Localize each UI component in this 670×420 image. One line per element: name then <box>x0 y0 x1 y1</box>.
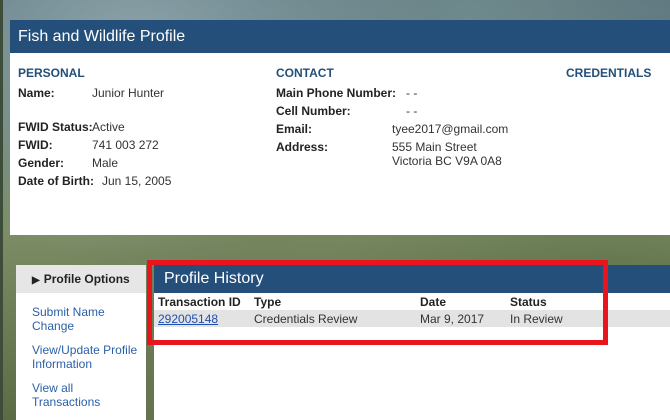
profile-options-panel: ▶ Profile Options Submit Name Change View… <box>16 265 146 420</box>
email-row: Email: tyee2017@gmail.com <box>276 122 556 140</box>
view-all-transactions-link[interactable]: View all Transactions <box>16 381 146 409</box>
fwid-row: FWID: 741 003 272 <box>18 138 198 156</box>
submit-name-change-line1: Submit Name <box>32 305 105 319</box>
fwid-status-row: FWID Status: Active <box>18 120 198 138</box>
fwid-label: FWID: <box>18 138 53 152</box>
fwid-value: 741 003 272 <box>92 138 159 152</box>
dob-row: Date of Birth: Jun 15, 2005 <box>18 174 198 192</box>
left-border <box>0 0 3 420</box>
profile-options-toggle[interactable]: ▶ Profile Options <box>16 265 146 293</box>
address-row: Address: 555 Main Street <box>276 140 556 154</box>
profile-options-heading: Profile Options <box>43 272 130 286</box>
dob-value: Jun 15, 2005 <box>102 174 172 188</box>
name-label: Name: <box>18 86 55 100</box>
view-all-transactions-line2: Transactions <box>32 395 101 409</box>
dob-label: Date of Birth: <box>18 174 94 188</box>
fwid-status-value: Active <box>92 120 125 134</box>
fwid-status-label: FWID Status: <box>18 120 93 134</box>
triangle-right-icon: ▶ <box>32 275 40 286</box>
credentials-section: CREDENTIALS <box>566 66 666 86</box>
contact-section: CONTACT Main Phone Number: - - Cell Numb… <box>276 66 556 172</box>
main-phone-row: Main Phone Number: - - <box>276 86 556 104</box>
view-update-profile-line1: View/Update Profile <box>32 343 138 357</box>
name-row: Name: Junior Hunter <box>18 86 198 104</box>
contact-heading: CONTACT <box>276 66 334 80</box>
view-all-transactions-line1: View all <box>32 381 74 395</box>
cell-value: - - <box>406 104 418 118</box>
cell-row: Cell Number: - - <box>276 104 556 122</box>
submit-name-change-line2: Change <box>32 319 75 333</box>
gender-label: Gender: <box>18 156 65 170</box>
highlight-box <box>147 260 608 345</box>
profile-panel: Fish and Wildlife Profile PERSONAL Name:… <box>10 20 670 235</box>
address-row-2: Victoria BC V9A 0A8 <box>276 154 556 172</box>
address-label: Address: <box>276 140 329 154</box>
personal-section: PERSONAL Name: Junior Hunter FWID Status… <box>18 66 198 192</box>
cell-label: Cell Number: <box>276 104 351 118</box>
address-line2: Victoria BC V9A 0A8 <box>392 154 502 168</box>
credentials-heading: CREDENTIALS <box>566 66 652 80</box>
view-update-profile-link[interactable]: View/Update Profile Information <box>16 343 146 371</box>
profile-title: Fish and Wildlife Profile <box>10 20 670 53</box>
email-value: tyee2017@gmail.com <box>392 122 509 136</box>
name-value: Junior Hunter <box>92 86 165 100</box>
view-update-profile-line2: Information <box>32 357 93 371</box>
main-phone-label: Main Phone Number: <box>276 86 397 100</box>
email-label: Email: <box>276 122 313 136</box>
gender-row: Gender: Male <box>18 156 198 174</box>
personal-heading: PERSONAL <box>18 66 85 80</box>
submit-name-change-link[interactable]: Submit Name Change <box>16 305 146 333</box>
main-phone-value: - - <box>406 86 418 100</box>
gender-value: Male <box>92 156 119 170</box>
address-line1: 555 Main Street <box>392 140 477 154</box>
